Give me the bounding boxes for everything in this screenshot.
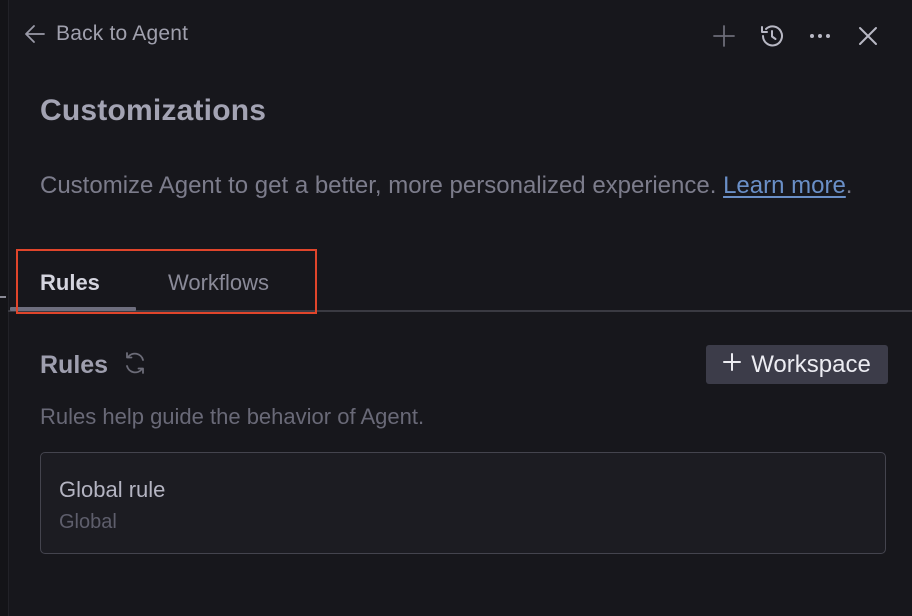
- top-bar: Back to Agent: [0, 0, 912, 72]
- arrow-left-icon: [24, 23, 46, 45]
- back-label: Back to Agent: [56, 22, 189, 45]
- page-title: Customizations: [40, 94, 267, 127]
- rule-scope: Global: [59, 511, 117, 533]
- top-actions: [710, 22, 882, 50]
- customizations-panel: Back to Agent Customizations Customize A…: [0, 0, 912, 616]
- description-text: Customize Agent to get a better, more pe…: [40, 172, 724, 199]
- close-icon[interactable]: [854, 22, 882, 50]
- rule-card-global[interactable]: Global rule Global: [40, 452, 886, 554]
- rules-section-description: Rules help guide the behavior of Agent.: [40, 404, 425, 429]
- rule-name: Global rule: [59, 477, 166, 502]
- add-workspace-button[interactable]: Workspace: [706, 345, 888, 384]
- learn-more-link[interactable]: Learn more: [723, 172, 846, 199]
- tab-rules[interactable]: Rules: [40, 270, 100, 296]
- rules-section-header: Rules: [40, 350, 148, 381]
- plus-icon[interactable]: [710, 22, 738, 50]
- tabs-divider: [8, 310, 912, 312]
- rules-section-title: Rules: [40, 351, 109, 379]
- more-icon[interactable]: [806, 22, 834, 50]
- tab-bar: Rules Workflows: [8, 256, 912, 312]
- back-to-agent-link[interactable]: Back to Agent: [24, 22, 188, 46]
- gutter-marker: [0, 296, 6, 298]
- history-icon[interactable]: [758, 22, 786, 50]
- refresh-icon[interactable]: [122, 350, 148, 381]
- plus-icon: [723, 353, 742, 376]
- page-description: Customize Agent to get a better, more pe…: [40, 166, 890, 205]
- description-end: .: [845, 172, 853, 199]
- tab-workflows[interactable]: Workflows: [168, 270, 269, 296]
- active-tab-indicator: [10, 307, 136, 311]
- add-workspace-label: Workspace: [751, 350, 871, 378]
